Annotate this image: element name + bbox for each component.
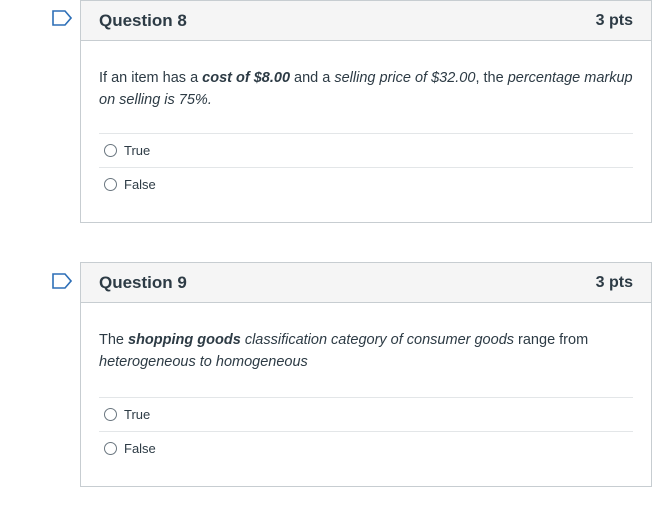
answer-label: False [124, 441, 156, 456]
question-card-9: Question 9 3 pts The shopping goods clas… [80, 262, 652, 487]
question-points: 3 pts [595, 11, 633, 29]
question-points: 3 pts [595, 273, 633, 291]
answer-label: False [124, 177, 156, 192]
question-card-8: Question 8 3 pts If an item has a cost o… [80, 0, 652, 223]
answer-option-false[interactable]: False [99, 167, 633, 201]
radio-button-icon[interactable] [104, 408, 117, 421]
question-header: Question 8 3 pts [81, 1, 651, 41]
radio-button-icon[interactable] [104, 144, 117, 157]
quiz-page: Question 8 3 pts If an item has a cost o… [0, 0, 665, 514]
question-body: If an item has a cost of $8.00 and a sel… [81, 41, 651, 201]
question-text: If an item has a cost of $8.00 and a sel… [99, 70, 633, 108]
answer-label: True [124, 407, 151, 422]
radio-button-icon[interactable] [104, 178, 117, 191]
answer-list: True False [99, 397, 633, 465]
question-body: The shopping goods classification catego… [81, 303, 651, 465]
question-title: Question 8 [99, 10, 187, 30]
flag-question-icon[interactable] [52, 10, 72, 26]
answer-list: True False [99, 133, 633, 201]
flag-question-icon[interactable] [52, 273, 72, 289]
question-text: The shopping goods classification catego… [99, 332, 589, 370]
answer-option-false[interactable]: False [99, 431, 633, 465]
answer-option-true[interactable]: True [99, 133, 633, 167]
question-header: Question 9 3 pts [81, 263, 651, 303]
answer-label: True [124, 143, 151, 158]
radio-button-icon[interactable] [104, 442, 117, 455]
question-title: Question 9 [99, 272, 187, 292]
answer-option-true[interactable]: True [99, 397, 633, 431]
